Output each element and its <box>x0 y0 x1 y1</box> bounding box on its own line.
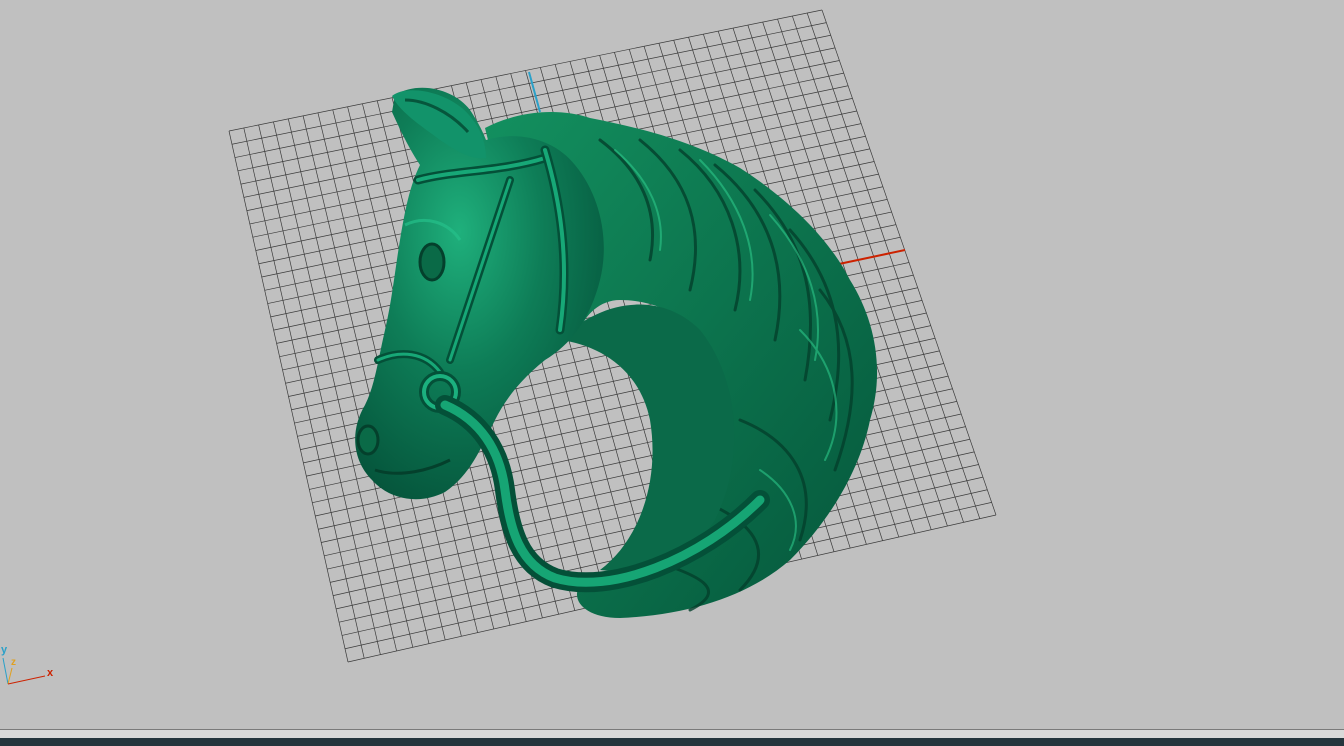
gizmo-x-line <box>7 675 46 685</box>
axis-y-label: y <box>1 644 8 656</box>
axis-x-label: x <box>47 667 54 679</box>
horse-eye <box>418 242 446 282</box>
horse-head-model[interactable] <box>355 87 878 618</box>
scene-canvas[interactable] <box>0 0 1344 730</box>
status-gap <box>0 730 1344 738</box>
3d-viewport[interactable]: y z x <box>0 0 1344 730</box>
status-bar <box>0 738 1344 746</box>
axis-gizmo: y z x <box>0 640 70 690</box>
world-y-axis <box>528 71 541 113</box>
gizmo-y-line <box>2 657 9 685</box>
axis-z-label: z <box>11 657 16 668</box>
gizmo-z-line <box>7 667 13 685</box>
horse-nostril <box>356 424 380 456</box>
